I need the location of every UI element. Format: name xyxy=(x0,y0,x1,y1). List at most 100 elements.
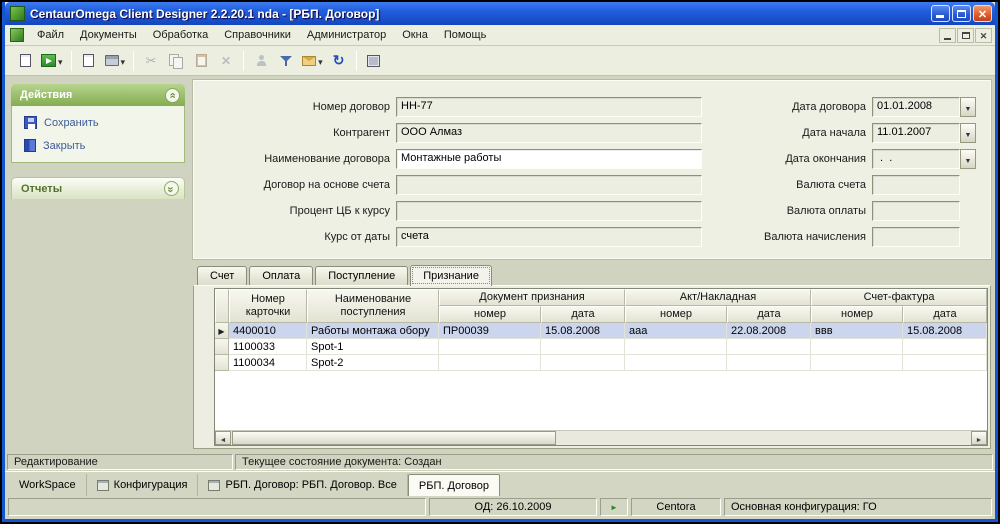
document-statusbar: Редактирование Текущее состояние докумен… xyxy=(5,453,995,471)
tab-schet[interactable]: Счет xyxy=(197,266,247,285)
minimize-button[interactable] xyxy=(931,5,950,22)
contract-date-dropdown-button[interactable] xyxy=(960,97,976,117)
copy-button[interactable] xyxy=(164,49,188,73)
rate-date-field[interactable]: счета xyxy=(396,227,702,247)
scroll-left-button[interactable] xyxy=(215,431,231,445)
cell[interactable] xyxy=(625,355,727,371)
accrual-currency-field[interactable] xyxy=(872,227,960,247)
current-row-icon xyxy=(218,325,224,337)
cell[interactable] xyxy=(727,355,811,371)
payment-currency-field[interactable] xyxy=(872,201,960,221)
mdi-minimize-icon xyxy=(944,38,951,40)
invoice-currency-field[interactable] xyxy=(872,175,960,195)
scrollbar-thumb[interactable] xyxy=(232,431,556,445)
maximize-button[interactable] xyxy=(952,5,971,22)
workspace-tab[interactable]: WorkSpace xyxy=(9,474,87,496)
mdi-minimize-button[interactable] xyxy=(939,28,956,43)
paste-button[interactable] xyxy=(189,49,213,73)
run-export-button[interactable] xyxy=(38,49,66,73)
user-button[interactable] xyxy=(249,49,273,73)
cell[interactable]: 4400010 xyxy=(229,323,307,339)
table-row[interactable]: 1100034 Spot-2 xyxy=(215,355,987,371)
expand-button[interactable] xyxy=(164,181,179,196)
configuration-status: Основная конфигурация: ГО xyxy=(724,498,992,516)
cell[interactable] xyxy=(439,339,541,355)
organization-button[interactable] xyxy=(362,49,386,73)
cell[interactable]: Spot-1 xyxy=(307,339,439,355)
cell[interactable]: 1100033 xyxy=(229,339,307,355)
cell[interactable]: ввв xyxy=(811,323,903,339)
cell[interactable]: 22.08.2008 xyxy=(727,323,811,339)
actions-panel-body: Сохранить Закрыть xyxy=(11,106,185,163)
cell[interactable] xyxy=(903,339,987,355)
cell[interactable]: 15.08.2008 xyxy=(541,323,625,339)
contract-number-field[interactable]: НН-77 xyxy=(396,97,702,117)
book-icon xyxy=(24,139,36,152)
menu-help[interactable]: Помощь xyxy=(436,26,495,44)
cell[interactable] xyxy=(727,339,811,355)
contract-date-field[interactable]: 01.01.2008 xyxy=(872,97,960,117)
cell[interactable] xyxy=(625,339,727,355)
cell[interactable]: ПР00039 xyxy=(439,323,541,339)
collapse-button[interactable] xyxy=(165,88,180,103)
contract-list-tab[interactable]: РБП. Договор: РБП. Договор. Все xyxy=(198,474,407,496)
actions-panel-title: Действия xyxy=(20,89,72,101)
contract-tab[interactable]: РБП. Договор xyxy=(408,474,500,496)
table-row[interactable]: 1100033 Spot-1 xyxy=(215,339,987,355)
contract-name-field[interactable]: Монтажные работы xyxy=(396,149,702,169)
mail-button[interactable] xyxy=(299,49,326,73)
menu-administrator[interactable]: Администратор xyxy=(299,26,394,44)
close-action[interactable]: Закрыть xyxy=(24,139,172,152)
end-date-field[interactable]: . . xyxy=(872,149,960,169)
start-date-field[interactable]: 11.01.2007 xyxy=(872,123,960,143)
delete-button[interactable] xyxy=(214,49,238,73)
cell[interactable]: Spot-2 xyxy=(307,355,439,371)
scroll-right-icon xyxy=(976,429,983,446)
cell[interactable] xyxy=(903,355,987,371)
tab-oplata[interactable]: Оплата xyxy=(249,266,313,285)
horizontal-scrollbar[interactable] xyxy=(215,430,987,445)
counterparty-field[interactable]: ООО Алмаз xyxy=(396,123,702,143)
cell[interactable] xyxy=(541,355,625,371)
configuration-tab[interactable]: Конфигурация xyxy=(87,474,199,496)
scroll-right-button[interactable] xyxy=(971,431,987,445)
footer-empty-section xyxy=(8,498,426,516)
start-date-dropdown-button[interactable] xyxy=(960,123,976,143)
filter-button[interactable] xyxy=(274,49,298,73)
end-date-dropdown-button[interactable] xyxy=(960,149,976,169)
cb-percent-field[interactable] xyxy=(396,201,702,221)
menu-documents[interactable]: Документы xyxy=(72,26,145,44)
create-document-button[interactable] xyxy=(77,49,101,73)
reports-panel-header[interactable]: Отчеты xyxy=(11,177,185,199)
cell[interactable]: 15.08.2008 xyxy=(903,323,987,339)
menu-file[interactable]: Файл xyxy=(29,26,72,44)
payment-currency-label: Валюта оплаты xyxy=(734,205,872,217)
cell[interactable]: 1100034 xyxy=(229,355,307,371)
cell[interactable] xyxy=(811,355,903,371)
cell[interactable]: ааа xyxy=(625,323,727,339)
close-button[interactable] xyxy=(973,5,992,22)
base-invoice-field[interactable] xyxy=(396,175,702,195)
print-button[interactable] xyxy=(102,49,129,73)
new-document-button[interactable] xyxy=(13,49,37,73)
mdi-child-icon[interactable] xyxy=(10,28,24,42)
cell[interactable] xyxy=(811,339,903,355)
tab-postuplenie[interactable]: Поступление xyxy=(315,266,408,285)
menu-windows[interactable]: Окна xyxy=(394,26,436,44)
tab-priznanie[interactable]: Признание xyxy=(410,265,492,286)
save-action[interactable]: Сохранить xyxy=(24,116,172,129)
cell[interactable] xyxy=(439,355,541,371)
cut-button[interactable] xyxy=(139,49,163,73)
mdi-close-button[interactable] xyxy=(975,28,992,43)
cell[interactable]: Работы монтажа обору xyxy=(307,323,439,339)
cell[interactable] xyxy=(541,339,625,355)
configuration-tab-label: Конфигурация xyxy=(114,479,188,491)
actions-panel-header[interactable]: Действия xyxy=(11,84,185,106)
table-row[interactable]: 4400010 Работы монтажа обору ПР00039 15.… xyxy=(215,323,987,339)
menu-processing[interactable]: Обработка xyxy=(145,26,216,44)
mdi-restore-button[interactable] xyxy=(957,28,974,43)
menu-references[interactable]: Справочники xyxy=(216,26,299,44)
col-recognition-number: номер xyxy=(439,306,541,323)
window-icon xyxy=(208,480,220,491)
refresh-button[interactable] xyxy=(327,49,351,73)
